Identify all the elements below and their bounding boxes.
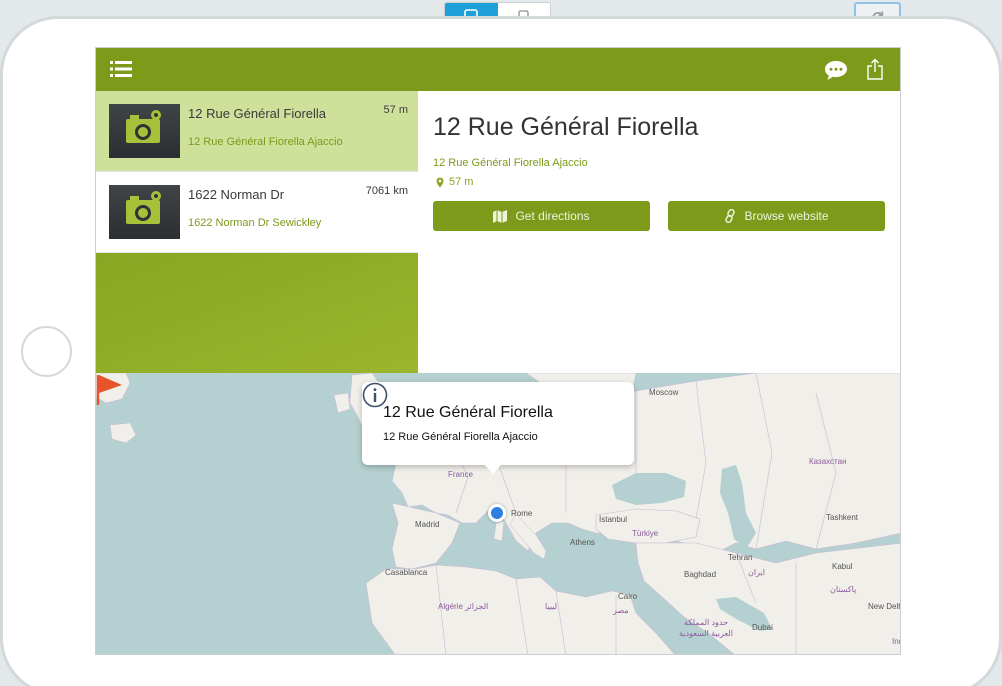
- list-item-title: 12 Rue Général Fiorella: [188, 106, 327, 121]
- place-thumbnail: [109, 104, 180, 158]
- map-label-kazakhstan: Казахстан: [809, 457, 847, 466]
- map-label-cairo: Cairo: [618, 592, 638, 601]
- map-label-baghdad: Baghdad: [684, 570, 717, 579]
- map-label-saudi: حدود المملكة العربية السعودية: [679, 618, 733, 638]
- map-popup[interactable]: 12 Rue Général Fiorella 12 Rue Général F…: [362, 382, 634, 465]
- list-item[interactable]: 1622 Norman Dr 1622 Norman Dr Sewickley …: [96, 172, 418, 253]
- map-label-dubai: Dubai: [752, 623, 773, 632]
- app-screen: 12 Rue Général Fiorella 12 Rue Général F…: [95, 47, 901, 655]
- browse-website-label: Browse website: [744, 209, 829, 223]
- popup-subtitle: 12 Rue Général Fiorella Ajaccio: [383, 431, 538, 443]
- link-icon: [725, 209, 736, 223]
- home-button[interactable]: [21, 326, 72, 377]
- map-label-turkiye: Türkiye: [632, 529, 659, 538]
- map-label-iran: ایران: [748, 568, 765, 577]
- map-label-algerie: Algérie الجزائر: [438, 602, 489, 611]
- menu-icon[interactable]: [110, 60, 132, 78]
- map-label-france: France: [448, 470, 473, 479]
- map-label-pakistan: پاکستان: [830, 585, 857, 594]
- map-label-casablanca: Casablanca: [385, 568, 428, 577]
- detail-distance: 57 m: [436, 176, 473, 188]
- map-label-india: Indi: [892, 637, 900, 646]
- map-label-egypt: مصر: [613, 606, 629, 615]
- list-item-title: 1622 Norman Dr: [188, 187, 285, 202]
- map-label-kabul: Kabul: [832, 562, 853, 571]
- detail-distance-value: 57 m: [449, 176, 474, 188]
- map-view[interactable]: Moscow Казахстан France Rome Madrid İsta…: [96, 373, 901, 654]
- popup-title: 12 Rue Général Fiorella: [383, 404, 553, 421]
- list-item-distance: 57 m: [383, 104, 408, 116]
- map-label-rome: Rome: [511, 509, 533, 518]
- get-directions-label: Get directions: [515, 209, 590, 223]
- map-label-tashkent: Tashkent: [826, 513, 859, 522]
- info-icon[interactable]: [362, 382, 388, 408]
- browse-website-button[interactable]: Browse website: [668, 201, 885, 231]
- list-item-subtitle: 12 Rue Général Fiorella Ajaccio: [188, 136, 343, 148]
- map-icon: [493, 209, 508, 223]
- camera-icon: [126, 191, 161, 224]
- place-detail: 12 Rue Général Fiorella 12 Rue Général F…: [418, 91, 900, 373]
- list-item-subtitle: 1622 Norman Dr Sewickley: [188, 217, 322, 229]
- map-label-tehran: Tehran: [728, 553, 753, 562]
- flag-icon: [96, 375, 122, 405]
- places-list: 12 Rue Général Fiorella 12 Rue Général F…: [96, 91, 418, 373]
- map-label-madrid: Madrid: [415, 520, 440, 529]
- place-thumbnail: [109, 185, 180, 239]
- app-header: [96, 48, 900, 91]
- map-label-new-delhi: New Delhi: [868, 602, 901, 611]
- list-item[interactable]: 12 Rue Général Fiorella 12 Rue Général F…: [96, 91, 418, 172]
- list-item-distance: 7061 km: [365, 185, 408, 197]
- map-label-libya: ليبيا: [545, 602, 558, 611]
- map-label-moscow: Moscow: [649, 388, 679, 397]
- location-pin-icon: [436, 177, 444, 187]
- get-directions-button[interactable]: Get directions: [433, 201, 650, 231]
- popup-tail: [484, 464, 502, 474]
- map-label-athens: Athens: [570, 538, 595, 547]
- detail-title: 12 Rue Général Fiorella: [433, 113, 699, 141]
- detail-address[interactable]: 12 Rue Général Fiorella Ajaccio: [433, 157, 588, 169]
- share-icon[interactable]: [866, 58, 884, 80]
- current-location-marker: [488, 504, 506, 522]
- chat-icon[interactable]: [823, 59, 849, 81]
- camera-icon: [126, 110, 161, 143]
- map-label-istanbul: İstanbul: [599, 515, 628, 524]
